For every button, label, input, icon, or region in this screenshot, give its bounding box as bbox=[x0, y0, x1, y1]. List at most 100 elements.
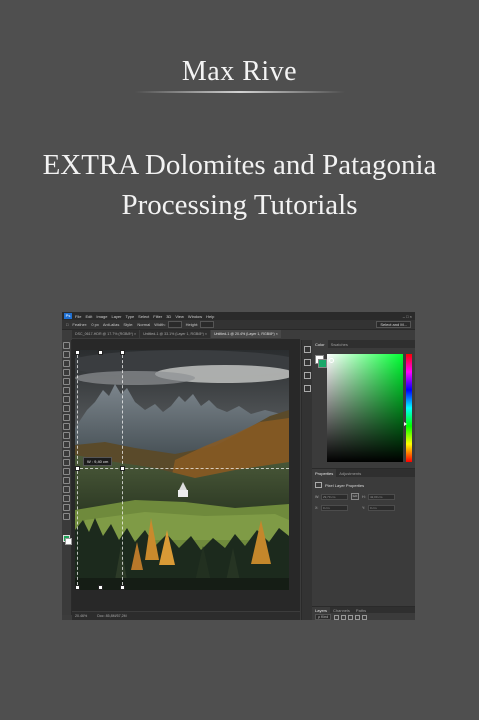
hue-slider[interactable] bbox=[406, 354, 412, 462]
transform-handle[interactable] bbox=[120, 585, 125, 590]
dolomites-landscape-image bbox=[75, 350, 289, 590]
feather-input[interactable]: 0 px bbox=[91, 322, 99, 327]
eraser-tool-icon[interactable] bbox=[63, 432, 70, 439]
properties-panel: Properties Adjustments Pixel Layer Prope… bbox=[312, 468, 415, 559]
color-panel: Color Swatches bbox=[312, 340, 415, 464]
title-divider bbox=[135, 91, 345, 93]
menu-bar: Ps File Edit Image Layer Type Select Fil… bbox=[62, 312, 415, 320]
menu-filter[interactable]: Filter bbox=[153, 314, 162, 319]
pixel-layer-heading: Pixel Layer Properties bbox=[315, 482, 415, 488]
zoom-tool-icon[interactable] bbox=[63, 513, 70, 520]
hue-slider-marker-icon[interactable] bbox=[404, 422, 407, 426]
quick-select-tool-icon[interactable] bbox=[63, 369, 70, 376]
transform-handle[interactable] bbox=[98, 585, 103, 590]
transform-handle[interactable] bbox=[75, 350, 80, 355]
width-input[interactable] bbox=[167, 321, 182, 328]
zoom-level[interactable]: 20.46% bbox=[75, 614, 87, 618]
blur-tool-icon[interactable] bbox=[63, 450, 70, 457]
filter-adjustment-icon[interactable] bbox=[341, 614, 347, 620]
transform-handle[interactable] bbox=[98, 350, 103, 355]
filter-pixel-icon[interactable] bbox=[334, 614, 340, 620]
kind-filter-select[interactable]: ρ Kind bbox=[315, 614, 332, 620]
tab-channels[interactable]: Channels bbox=[330, 607, 353, 613]
size-row: W: 29,70 cm GO H: 42,00 cm bbox=[315, 493, 415, 500]
select-and-mask-button[interactable]: Select and M... bbox=[376, 321, 411, 328]
transform-handle[interactable] bbox=[75, 585, 80, 590]
width-label: Width: bbox=[154, 322, 166, 327]
tab-properties[interactable]: Properties bbox=[312, 469, 337, 477]
menu-3d[interactable]: 3D bbox=[166, 314, 171, 319]
eyedropper-tool-icon[interactable] bbox=[63, 387, 70, 394]
path-select-tool-icon[interactable] bbox=[63, 486, 70, 493]
tab-layers[interactable]: Layers bbox=[312, 607, 331, 613]
menu-window[interactable]: Window bbox=[188, 314, 202, 319]
menu-layer[interactable]: Layer bbox=[111, 314, 121, 319]
menu-file[interactable]: File bbox=[75, 314, 81, 319]
history-brush-tool-icon[interactable] bbox=[63, 423, 70, 430]
document-tabs: DSC_0617-HDR @ 17.7% (RGB/8*) × Untitled… bbox=[72, 330, 302, 338]
dodge-tool-icon[interactable] bbox=[63, 459, 70, 466]
color-picker-field[interactable] bbox=[327, 354, 403, 462]
background-color-chip[interactable] bbox=[318, 359, 327, 368]
hand-tool-icon[interactable] bbox=[63, 504, 70, 511]
product-title-line-2: Processing Tutorials bbox=[121, 189, 358, 221]
filter-shape-icon[interactable] bbox=[355, 614, 361, 620]
menu-help[interactable]: Help bbox=[206, 314, 214, 319]
author-name: Max Rive bbox=[181, 56, 298, 87]
lasso-tool-icon[interactable] bbox=[63, 360, 70, 367]
link-icon[interactable]: GO bbox=[351, 493, 359, 500]
tab-color[interactable]: Color bbox=[312, 340, 328, 348]
crop-tool-icon[interactable] bbox=[63, 378, 70, 385]
photoshop-screenshot: Ps File Edit Image Layer Type Select Fil… bbox=[62, 312, 415, 620]
healing-tool-icon[interactable] bbox=[63, 396, 70, 403]
paragraph-panel-icon[interactable] bbox=[303, 385, 311, 392]
color-picker-cursor[interactable] bbox=[329, 358, 334, 363]
move-tool-icon[interactable] bbox=[63, 342, 70, 349]
filter-type-icon[interactable] bbox=[348, 614, 354, 620]
brush-tool-icon[interactable] bbox=[63, 405, 70, 412]
menu-type[interactable]: Type bbox=[126, 314, 135, 319]
type-tool-icon[interactable] bbox=[63, 477, 70, 484]
gradient-tool-icon[interactable] bbox=[63, 441, 70, 448]
height-label: Height: bbox=[185, 322, 199, 327]
right-panels: Color Swatches Properties Adjustments Pi… bbox=[312, 340, 415, 620]
transform-handle[interactable] bbox=[75, 466, 80, 471]
tab-swatches[interactable]: Swatches bbox=[328, 340, 351, 348]
marquee-tool-icon[interactable] bbox=[63, 351, 70, 358]
panel-icon-strip bbox=[301, 340, 312, 620]
transform-handle[interactable] bbox=[120, 350, 125, 355]
style-select[interactable]: Normal bbox=[137, 322, 150, 327]
height-field[interactable]: 42,00 cm bbox=[368, 493, 395, 500]
pen-tool-icon[interactable] bbox=[63, 468, 70, 475]
menu-image[interactable]: Image bbox=[96, 314, 107, 319]
character-panel-icon[interactable] bbox=[303, 372, 311, 379]
antialias-checkbox[interactable]: Anti-alias bbox=[103, 322, 119, 327]
photoshop-logo-icon: Ps bbox=[64, 313, 72, 319]
x-field[interactable]: 0 cm bbox=[321, 505, 348, 511]
width-field[interactable]: 29,70 cm bbox=[321, 493, 348, 500]
background-color-swatch[interactable] bbox=[65, 538, 72, 545]
stamp-tool-icon[interactable] bbox=[63, 414, 70, 421]
tab-adjustments[interactable]: Adjustments bbox=[336, 469, 364, 477]
doc-tab[interactable]: DSC_0617-HDR @ 17.7% (RGB/8*) × bbox=[72, 330, 140, 338]
doc-tab[interactable]: Untitled-1 @ 33.1% (Layer 1, RGB/8*) × bbox=[140, 330, 210, 338]
menu-select[interactable]: Select bbox=[138, 314, 149, 319]
filter-smart-object-icon[interactable] bbox=[362, 614, 368, 620]
window-controls[interactable]: – □ × bbox=[403, 314, 412, 319]
menu-edit[interactable]: Edit bbox=[85, 314, 92, 319]
shape-tool-icon[interactable] bbox=[63, 495, 70, 502]
doc-tab-active[interactable]: Untitled-1 @ 20.4% (Layer 1, RGB/8*) × bbox=[210, 330, 281, 338]
measure-tooltip: W : 9,40 cm bbox=[83, 457, 113, 466]
layers-panel-tabs: Layers Channels Paths bbox=[312, 607, 415, 613]
status-bar: 20.46% Doc: 85,8M/57,2M bbox=[72, 612, 300, 620]
brush-panel-icon[interactable] bbox=[303, 359, 311, 366]
properties-panel-tabs: Properties Adjustments bbox=[312, 469, 415, 477]
marquee-tool-icon[interactable]: □ bbox=[66, 322, 68, 327]
menu-view[interactable]: View bbox=[175, 314, 184, 319]
doc-size: Doc: 85,8M/57,2M bbox=[97, 614, 127, 618]
transform-handle[interactable] bbox=[120, 466, 125, 471]
height-input[interactable] bbox=[200, 321, 215, 328]
y-field[interactable]: 0 cm bbox=[368, 505, 395, 511]
tab-paths[interactable]: Paths bbox=[353, 607, 369, 613]
history-panel-icon[interactable] bbox=[303, 346, 311, 353]
